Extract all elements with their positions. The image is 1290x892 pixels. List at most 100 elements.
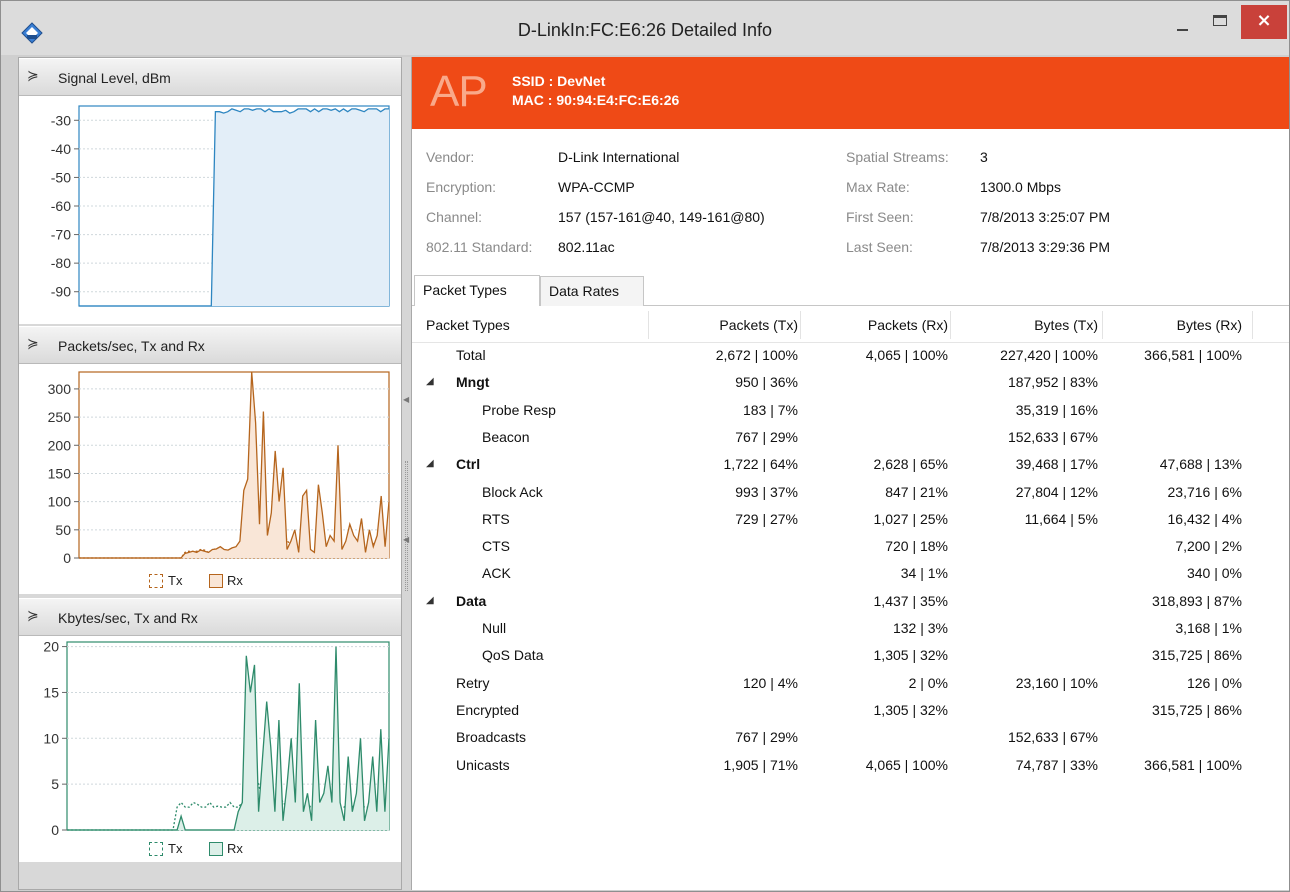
- table-row[interactable]: Total 2,672 | 100% 4,065 | 100% 227,420 | 1…: [412, 343, 1289, 370]
- cell-btx: 39,468 | 17%: [1015, 456, 1098, 473]
- collapse-chevron-icon[interactable]: ≽: [27, 608, 39, 624]
- table-row[interactable]: Beacon 767 | 29% 152,633 | 67%: [412, 425, 1289, 452]
- row-label: Retry: [456, 674, 490, 691]
- table-row[interactable]: QoS Data 1,305 | 32% 315,725 | 86%: [412, 643, 1289, 670]
- cell-ptx: 1,905 | 71%: [723, 756, 798, 773]
- y-tick-label: 10: [43, 730, 59, 746]
- table-row[interactable]: Unicasts 1,905 | 71% 4,065 | 100% 74,787 | …: [412, 753, 1289, 780]
- cell-prx: 720 | 18%: [885, 538, 948, 555]
- table-row[interactable]: Retry 120 | 4% 2 | 0% 23,160 | 10% 126 | 0%: [412, 671, 1289, 698]
- cell-ptx: 767 | 29%: [735, 428, 798, 445]
- cell-prx: 1,437 | 35%: [873, 592, 948, 609]
- standard-label: 802.11 Standard:: [426, 239, 533, 255]
- cell-ptx: 120 | 4%: [742, 674, 798, 691]
- legend-tx-label: Tx: [168, 841, 183, 856]
- cell-btx: 27,804 | 12%: [1015, 483, 1098, 500]
- table-row[interactable]: ◢ Ctrl 1,722 | 64% 2,628 | 65% 39,468 | 17% 4…: [412, 452, 1289, 479]
- table-row[interactable]: Broadcasts 767 | 29% 152,633 | 67%: [412, 725, 1289, 752]
- cell-prx: 1,305 | 32%: [873, 647, 948, 664]
- y-tick-label: -60: [51, 198, 71, 214]
- cell-brx: 47,688 | 13%: [1159, 456, 1242, 473]
- row-label: Mngt: [456, 374, 490, 391]
- mac-label: MAC : 90:94:E4:FC:E6:26: [512, 92, 680, 108]
- y-tick-label: 5: [51, 776, 59, 792]
- tab-data-rates[interactable]: Data Rates: [540, 276, 644, 306]
- table-row[interactable]: Null 132 | 3% 3,168 | 1%: [412, 616, 1289, 643]
- window-title: D-LinkIn:FC:E6:26 Detailed Info: [517, 20, 773, 40]
- table-row[interactable]: Encrypted 1,305 | 32% 315,725 | 86%: [412, 698, 1289, 725]
- expand-toggle-icon[interactable]: ◢: [426, 376, 434, 387]
- cell-prx: 1,305 | 32%: [873, 701, 948, 718]
- streams-value: 3: [980, 149, 988, 165]
- cell-prx: 4,065 | 100%: [865, 756, 948, 773]
- col-bytes-rx[interactable]: Bytes (Rx): [1100, 317, 1242, 333]
- cell-btx: 74,787 | 33%: [1015, 756, 1098, 773]
- kbytes-chart: 20 15 10 5 0 Tx Rx: [19, 636, 401, 862]
- collapse-chevron-icon[interactable]: ≽: [27, 336, 39, 352]
- y-tick-label: -40: [51, 141, 71, 157]
- packets-section-header[interactable]: ≽ Packets/sec, Tx and Rx: [19, 326, 401, 364]
- cell-prx: 4,065 | 100%: [865, 347, 948, 363]
- cell-brx: 315,725 | 86%: [1151, 647, 1242, 664]
- y-tick-label: -90: [51, 284, 71, 300]
- table-row[interactable]: Probe Resp 183 | 7% 35,319 | 16%: [412, 398, 1289, 425]
- row-label: CTS: [482, 538, 510, 555]
- table-row[interactable]: Block Ack 993 | 37% 847 | 21% 27,804 | 12% 2…: [412, 480, 1289, 507]
- close-button[interactable]: ×: [1241, 5, 1287, 39]
- cell-brx: 16,432 | 4%: [1167, 510, 1242, 527]
- y-tick-label: 20: [43, 639, 59, 655]
- legend-rx-swatch: [209, 842, 223, 856]
- col-packets-rx[interactable]: Packets (Rx): [798, 317, 948, 333]
- table-row[interactable]: ◢ Data 1,437 | 35% 318,893 | 87%: [412, 589, 1289, 616]
- pane-splitter[interactable]: ◀ ◀: [402, 57, 411, 890]
- signal-section-header[interactable]: ≽ Signal Level, dBm: [19, 58, 401, 96]
- signal-chart-svg: -30 -40 -50 -60 -70 -80 -90: [51, 105, 390, 307]
- cell-brx: 315,725 | 86%: [1151, 701, 1242, 718]
- y-tick-label: -30: [51, 112, 71, 128]
- firstseen-value: 7/8/2013 3:25:07 PM: [980, 209, 1110, 225]
- cell-btx: 187,952 | 83%: [1007, 374, 1098, 391]
- vendor-label: Vendor:: [426, 149, 475, 165]
- maximize-button[interactable]: [1199, 5, 1241, 39]
- tab-packet-types[interactable]: Packet Types: [414, 275, 540, 306]
- table-row[interactable]: RTS 729 | 27% 1,027 | 25% 11,664 | 5% 16,432…: [412, 507, 1289, 534]
- signal-section-title: Signal Level, dBm: [58, 70, 171, 86]
- cell-prx: 132 | 3%: [892, 620, 948, 636]
- table-row[interactable]: ◢ Mngt 950 | 36% 187,952 | 83%: [412, 370, 1289, 397]
- col-packets-tx[interactable]: Packets (Tx): [648, 317, 798, 333]
- kbytes-section-header[interactable]: ≽ Kbytes/sec, Tx and Rx: [19, 598, 401, 636]
- vendor-value: D-Link International: [558, 149, 680, 165]
- cell-btx: 152,633 | 67%: [1007, 428, 1098, 445]
- kbytes-legend: Tx Rx: [19, 838, 401, 862]
- minimize-button[interactable]: [1161, 5, 1203, 39]
- expand-toggle-icon[interactable]: ◢: [426, 595, 434, 606]
- col-bytes-tx[interactable]: Bytes (Tx): [948, 317, 1098, 333]
- y-tick-label: 0: [51, 822, 59, 836]
- row-label: QoS Data: [482, 647, 544, 664]
- cell-ptx: 729 | 27%: [735, 510, 798, 527]
- cell-btx: 35,319 | 16%: [1015, 401, 1098, 418]
- tab-strip: Packet Types Data Rates: [412, 272, 1289, 306]
- collapse-chevron-icon[interactable]: ≽: [27, 68, 39, 84]
- col-packet-types[interactable]: Packet Types: [426, 317, 510, 333]
- collapse-left-icon[interactable]: ◀: [403, 535, 409, 544]
- row-label: Total: [456, 347, 486, 363]
- row-label: Block Ack: [482, 483, 543, 500]
- collapse-left-icon[interactable]: ◀: [403, 395, 409, 404]
- encryption-value: WPA-CCMP: [558, 179, 635, 195]
- table-row[interactable]: CTS 720 | 18% 7,200 | 2%: [412, 534, 1289, 561]
- row-label: Data: [456, 592, 487, 609]
- row-label: Beacon: [482, 428, 530, 445]
- minimize-icon: [1177, 29, 1188, 31]
- maxrate-label: Max Rate:: [846, 179, 910, 195]
- table-row[interactable]: ACK 34 | 1% 340 | 0%: [412, 561, 1289, 588]
- lastseen-value: 7/8/2013 3:29:36 PM: [980, 239, 1110, 255]
- column-divider[interactable]: [1252, 311, 1253, 339]
- expand-toggle-icon[interactable]: ◢: [426, 458, 434, 469]
- legend-rx-swatch: [209, 574, 223, 588]
- cell-brx: 3,168 | 1%: [1175, 620, 1242, 636]
- standard-value: 802.11ac: [558, 239, 615, 255]
- title-bar[interactable]: D-LinkIn:FC:E6:26 Detailed Info ×: [1, 1, 1289, 55]
- plot-area: [78, 371, 390, 559]
- splitter-grip[interactable]: [405, 461, 408, 591]
